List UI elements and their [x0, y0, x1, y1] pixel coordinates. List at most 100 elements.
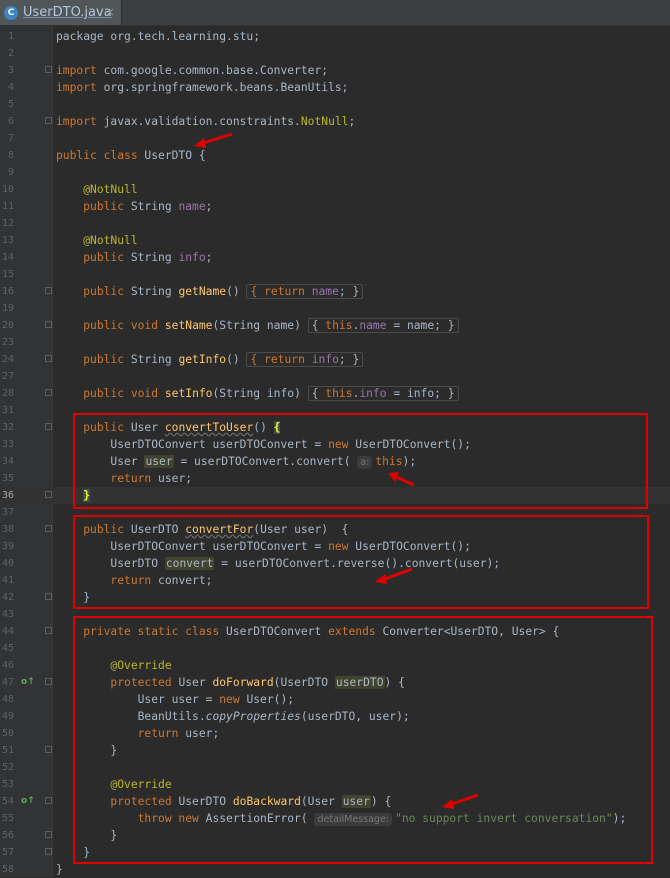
line-number: 24 — [1, 354, 14, 365]
code-line[interactable]: 32 public User convertToUser() { — [0, 419, 670, 436]
code-token: String — [124, 285, 179, 298]
fold-toggle-icon[interactable] — [45, 321, 52, 328]
code-line[interactable]: 33 UserDTOConvert userDTOConvert = new U… — [0, 436, 670, 453]
folded-region[interactable]: { return info; } — [246, 352, 364, 367]
code-line[interactable]: 46 @Override — [0, 657, 670, 674]
code-line[interactable]: 19 — [0, 300, 670, 317]
code-line[interactable]: 51 } — [0, 742, 670, 759]
fold-toggle-icon[interactable] — [45, 746, 52, 753]
code-token: { return — [250, 285, 312, 298]
code-line[interactable]: 50 return user; — [0, 725, 670, 742]
line-number: 14 — [1, 252, 14, 263]
code-text: public User convertToUser() { — [56, 419, 281, 436]
code-token: ; — [205, 200, 213, 213]
folded-region[interactable]: { this.name = name; } — [307, 318, 459, 333]
code-line[interactable]: 39 UserDTOConvert userDTOConvert = new U… — [0, 538, 670, 555]
line-number: 40 — [1, 558, 14, 569]
fold-toggle-icon[interactable] — [45, 287, 52, 294]
code-token: { — [311, 387, 326, 400]
code-line[interactable]: 27 — [0, 368, 670, 385]
code-line[interactable]: 49 BeanUtils.copyProperties(userDTO, use… — [0, 708, 670, 725]
close-tab-icon[interactable]: × — [105, 5, 115, 19]
java-class-icon: C — [4, 5, 18, 20]
code-line[interactable]: 56 } — [0, 827, 670, 844]
code-line[interactable]: 10 @NotNull — [0, 181, 670, 198]
code-line[interactable]: 44 private static class UserDTOConvert e… — [0, 623, 670, 640]
code-line[interactable]: 11 public String name; — [0, 198, 670, 215]
fold-toggle-icon[interactable] — [45, 66, 52, 73]
code-line[interactable]: 7 — [0, 130, 670, 147]
code-line[interactable]: 38 public UserDTO convertFor(User user) … — [0, 521, 670, 538]
code-line[interactable]: 55 throw new AssertionError( detailMessa… — [0, 810, 670, 827]
code-line[interactable]: 41 return convert; — [0, 572, 670, 589]
code-line[interactable]: 37 — [0, 504, 670, 521]
code-line[interactable]: 43 — [0, 606, 670, 623]
code-token: protected — [110, 676, 172, 689]
fold-toggle-icon[interactable] — [45, 355, 52, 362]
code-line[interactable]: 31 — [0, 402, 670, 419]
code-line[interactable]: 23 — [0, 334, 670, 351]
code-line[interactable]: 2 — [0, 45, 670, 62]
folded-region[interactable]: { return name; } — [246, 284, 364, 299]
code-line[interactable]: 1 package org.tech.learning.stu; — [0, 28, 670, 45]
code-text: public UserDTO convertFor(User user) { — [56, 521, 348, 538]
line-number: 15 — [1, 269, 14, 280]
code-line[interactable]: 28 public void setInfo(String info) { th… — [0, 385, 670, 402]
code-line[interactable]: 14 public String info; — [0, 249, 670, 266]
code-token: UserDTOConvert userDTOConvert = — [110, 438, 329, 451]
line-number: 50 — [1, 728, 14, 739]
override-gutter-icon[interactable]: o↑ — [21, 677, 35, 687]
code-line[interactable]: 8 public class UserDTO { — [0, 147, 670, 164]
code-token: import — [56, 64, 97, 77]
code-text: } — [56, 742, 117, 759]
fold-toggle-icon[interactable] — [45, 117, 52, 124]
code-line[interactable]: 16 public String getName() { return name… — [0, 283, 670, 300]
code-line[interactable]: 53 @Override — [0, 776, 670, 793]
code-line[interactable]: 48 User user = new User(); — [0, 691, 670, 708]
code-line[interactable]: 57 } — [0, 844, 670, 861]
code-line[interactable]: 6 import javax.validation.constraints.Not… — [0, 113, 670, 130]
code-line[interactable]: 40 UserDTO convert = userDTOConvert.reve… — [0, 555, 670, 572]
code-line[interactable]: 9 — [0, 164, 670, 181]
code-line[interactable]: 42 } — [0, 589, 670, 606]
fold-toggle-icon[interactable] — [45, 848, 52, 855]
code-line[interactable]: 12 — [0, 215, 670, 232]
fold-toggle-icon[interactable] — [45, 389, 52, 396]
line-number: 47 — [1, 677, 14, 688]
folded-region[interactable]: { this.info = info; } — [307, 386, 459, 401]
code-line[interactable]: 52 — [0, 759, 670, 776]
fold-toggle-icon[interactable] — [45, 525, 52, 532]
code-line[interactable]: 34 User user = userDTOConvert.convert( a… — [0, 453, 670, 470]
code-line[interactable]: 13 @NotNull — [0, 232, 670, 249]
fold-toggle-icon[interactable] — [45, 593, 52, 600]
override-gutter-icon[interactable]: o↑ — [21, 796, 35, 806]
fold-toggle-icon[interactable] — [45, 831, 52, 838]
code-line[interactable]: 54 o↑ protected UserDTO doBackward(User u… — [0, 793, 670, 810]
code-line[interactable]: 45 — [0, 640, 670, 657]
line-number: 16 — [1, 286, 14, 297]
code-line[interactable]: 4 import org.springframework.beans.BeanUt… — [0, 79, 670, 96]
code-token: this — [325, 319, 353, 332]
code-line[interactable]: 5 — [0, 96, 670, 113]
code-editor[interactable]: 1 package org.tech.learning.stu; 2 3 import … — [0, 26, 670, 877]
code-line[interactable]: 58} — [0, 861, 670, 878]
code-line[interactable]: 35 return user; — [0, 470, 670, 487]
code-token: user; — [178, 727, 220, 740]
red-arrow-annotation — [375, 567, 413, 584]
code-line[interactable]: 24 public String getInfo() { return info… — [0, 351, 670, 368]
code-token: (User — [300, 795, 342, 808]
code-line[interactable]: 36 } — [0, 487, 670, 504]
fold-toggle-icon[interactable] — [45, 423, 52, 430]
fold-toggle-icon[interactable] — [45, 797, 52, 804]
code-line[interactable]: 20 public void setName(String name) { th… — [0, 317, 670, 334]
code-line[interactable]: 3 import com.google.common.base.Converter… — [0, 62, 670, 79]
code-line[interactable]: 15 — [0, 266, 670, 283]
fold-toggle-icon[interactable] — [45, 678, 52, 685]
tab-userdto-java[interactable]: C UserDTO.java × — [0, 0, 122, 25]
code-token: User user = — [137, 693, 220, 706]
fold-toggle-icon[interactable] — [45, 627, 52, 634]
fold-toggle-icon[interactable] — [45, 491, 52, 498]
code-token: () — [226, 285, 247, 298]
code-line[interactable]: 47 o↑ protected User doForward(UserDTO us… — [0, 674, 670, 691]
